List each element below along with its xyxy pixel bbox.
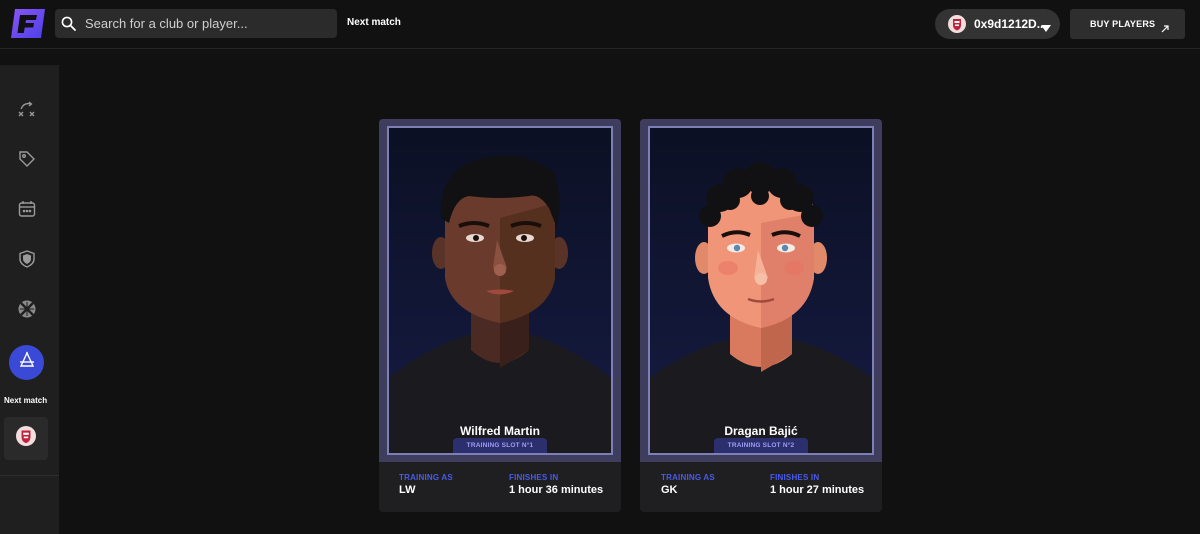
training-as-label: TRAINING AS <box>661 473 715 482</box>
card-frame: Wilfred Martin TRAINING SLOT N°1 <box>379 119 621 462</box>
crossed-icon <box>17 299 37 324</box>
wallet-button[interactable]: 0x9d1212D... <box>935 9 1060 39</box>
sidebar-item-market[interactable] <box>12 146 42 176</box>
chevron-down-icon <box>1041 20 1051 32</box>
sidebar-next-match-label: Next match <box>4 396 48 405</box>
player-portrait: Wilfred Martin TRAINING SLOT N°1 <box>387 126 613 455</box>
search-input[interactable] <box>85 9 333 38</box>
sidebar-item-league[interactable] <box>12 296 42 326</box>
training-as-value: GK <box>661 484 678 496</box>
training-slot-badge: TRAINING SLOT N°1 <box>453 438 547 453</box>
wallet-address: 0x9d1212D... <box>974 17 1047 31</box>
club-badge-icon <box>948 15 966 33</box>
training-as-label: TRAINING AS <box>399 473 453 482</box>
next-match-link[interactable]: Next match <box>347 17 401 28</box>
sidebar: Next match <box>0 65 59 534</box>
external-arrow-icon <box>1161 20 1169 33</box>
next-match-club-button[interactable] <box>4 417 48 460</box>
shield-icon <box>18 249 36 273</box>
tag-icon <box>18 150 36 173</box>
finishes-in-label: FINISHES IN <box>509 473 559 482</box>
top-bar: Next match 0x9d1212D... BUY PLAYERS <box>0 0 1200 49</box>
sidebar-divider <box>0 475 59 476</box>
buy-players-label: BUY PLAYERS <box>1090 19 1156 29</box>
calendar-icon <box>18 200 36 223</box>
training-as-value: LW <box>399 484 416 496</box>
buy-players-button[interactable]: BUY PLAYERS <box>1070 9 1185 39</box>
tactics-icon <box>18 100 36 123</box>
player-name: Wilfred Martin <box>460 424 540 438</box>
sidebar-item-calendar[interactable] <box>12 196 42 226</box>
finishes-in-value: 1 hour 36 minutes <box>509 484 604 496</box>
sidebar-item-club[interactable] <box>12 246 42 276</box>
club-badge-icon <box>16 426 36 451</box>
finishes-in-value: 1 hour 27 minutes <box>770 484 865 496</box>
training-slot-badge: TRAINING SLOT N°2 <box>714 438 808 453</box>
training-card[interactable]: Wilfred Martin TRAINING SLOT N°1 TRAININ… <box>379 119 621 512</box>
sidebar-item-training[interactable] <box>9 345 44 380</box>
app-logo[interactable] <box>9 9 45 38</box>
search-icon <box>61 16 76 31</box>
card-frame: Dragan Bajić TRAINING SLOT N°2 <box>640 119 882 462</box>
training-icon <box>18 351 36 374</box>
sidebar-item-tactics[interactable] <box>12 96 42 126</box>
training-card[interactable]: Dragan Bajić TRAINING SLOT N°2 TRAINING … <box>640 119 882 512</box>
search-bar <box>55 9 337 38</box>
player-name: Dragan Bajić <box>724 424 798 438</box>
finishes-in-label: FINISHES IN <box>770 473 820 482</box>
player-portrait: Dragan Bajić TRAINING SLOT N°2 <box>648 126 874 455</box>
